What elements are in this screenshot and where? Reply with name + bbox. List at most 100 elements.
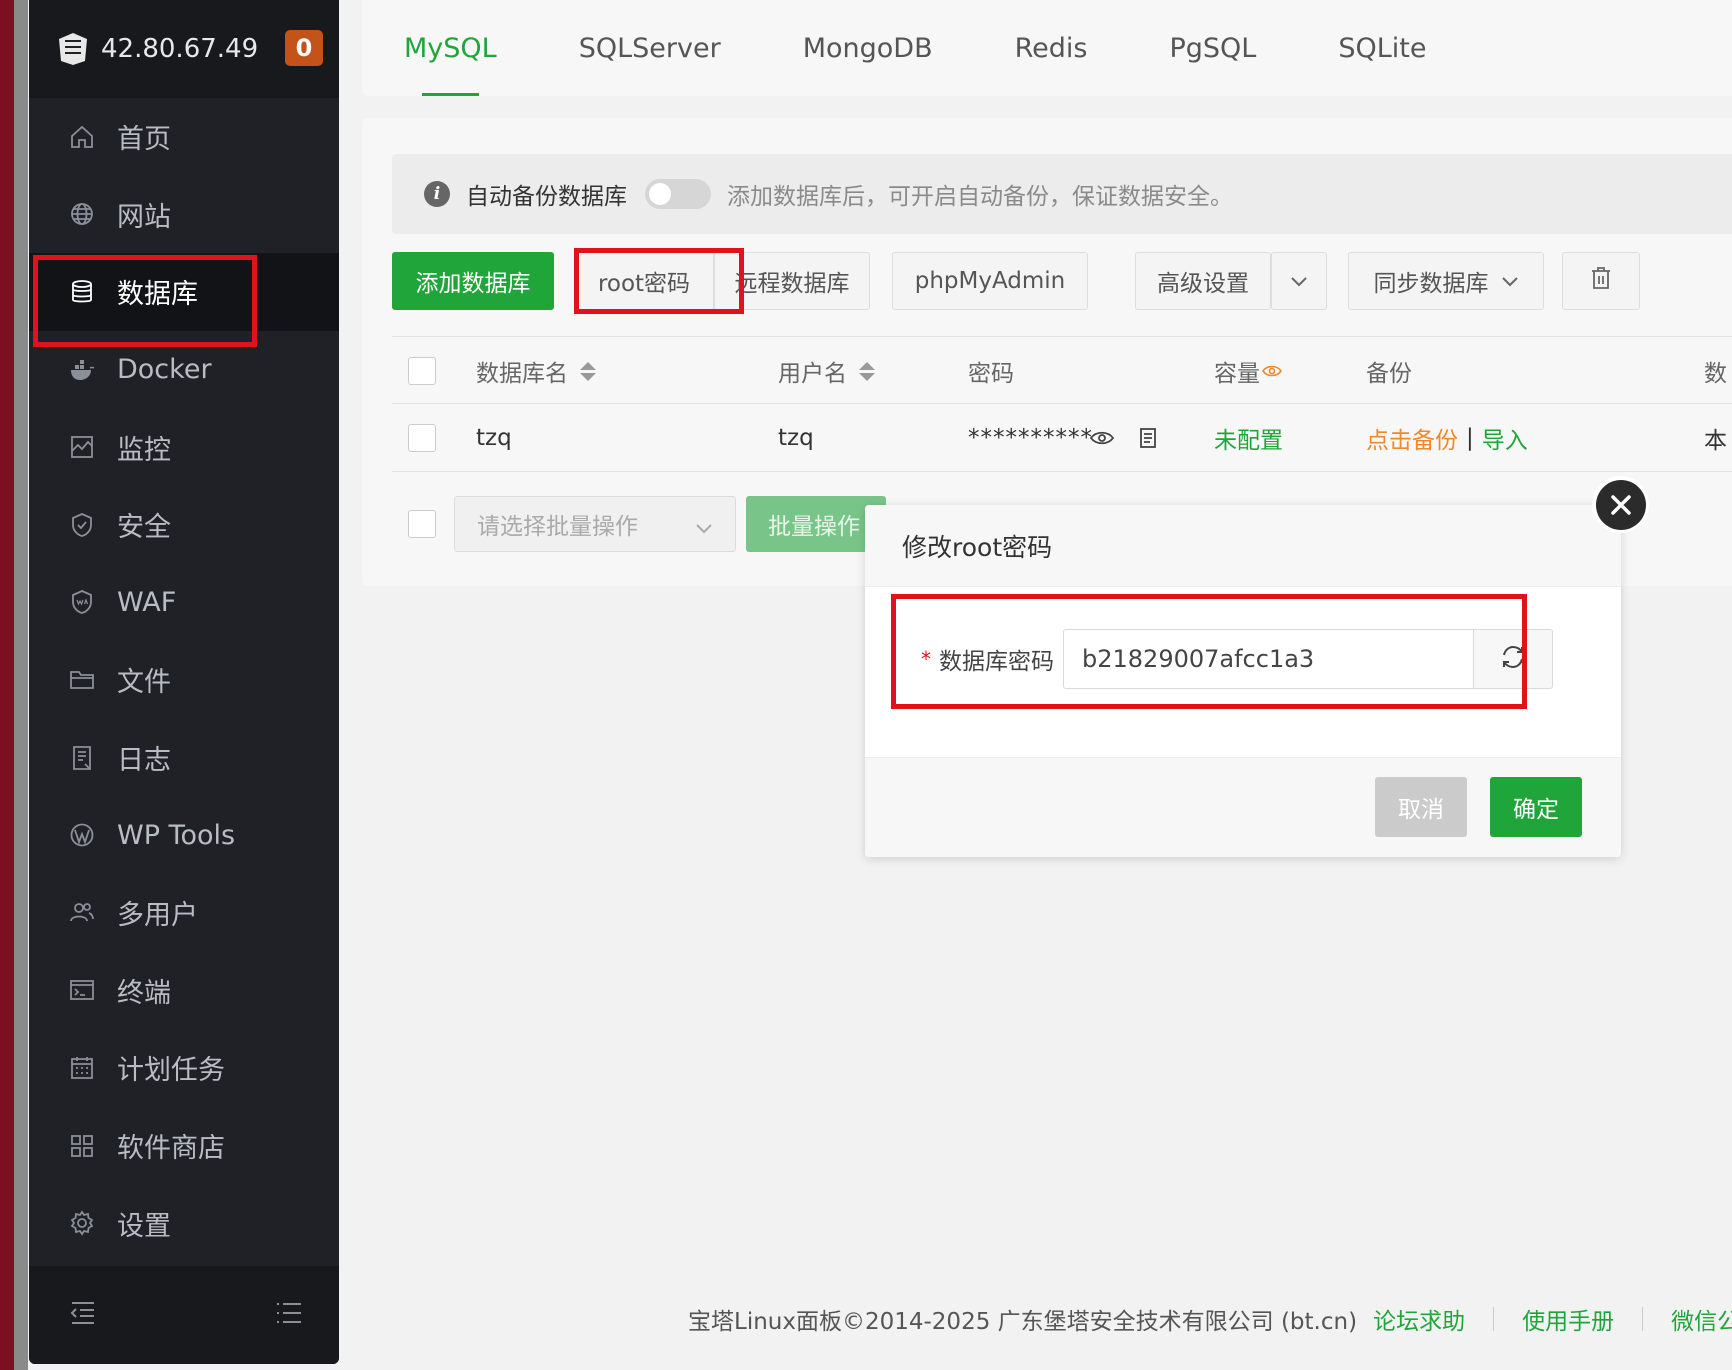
sidebar-item-monitor[interactable]: 监控	[29, 408, 339, 486]
shield-icon	[69, 512, 95, 538]
db-type-tabs: MySQL SQLServer MongoDB Redis PgSQL SQLi…	[362, 0, 1732, 96]
sidebar-header: 42.80.67.49 0	[29, 0, 339, 98]
server-ip[interactable]: 42.80.67.49	[101, 34, 258, 64]
tab-mongodb[interactable]: MongoDB	[803, 0, 933, 96]
sidebar-item-label: 软件商店	[117, 1133, 225, 1165]
sidebar-item-files[interactable]: 文件	[29, 641, 339, 719]
batch-operation-select[interactable]: 请选择批量操作	[454, 496, 736, 552]
forum-help-link[interactable]: 论坛求助	[1373, 1302, 1465, 1336]
auto-backup-toggle[interactable]	[645, 179, 711, 209]
sidebar-item-terminal[interactable]: 终端	[29, 952, 339, 1030]
chevron-down-icon	[1501, 268, 1519, 294]
backup-separator: |	[1466, 425, 1474, 451]
sidebar-item-label: 终端	[117, 977, 171, 1009]
sidebar-item-multi-user[interactable]: 多用户	[29, 874, 339, 952]
chevron-down-icon	[695, 515, 713, 541]
sidebar-item-database[interactable]: 数据库	[29, 253, 339, 348]
log-icon	[69, 745, 95, 771]
eye-icon[interactable]	[1262, 358, 1282, 384]
wechat-link[interactable]: 微信公众	[1671, 1302, 1732, 1336]
tab-sqlserver[interactable]: SQLServer	[579, 0, 721, 96]
sync-database-button[interactable]: 同步数据库	[1348, 252, 1544, 310]
notification-badge[interactable]: 0	[285, 30, 323, 66]
database-icon	[69, 279, 95, 305]
column-header-backup: 备份	[1366, 361, 1412, 387]
backup-link[interactable]: 点击备份	[1366, 421, 1458, 455]
column-header-password: 密码	[968, 361, 1014, 387]
sidebar-item-website[interactable]: 网站	[29, 176, 339, 254]
tab-redis[interactable]: Redis	[1015, 0, 1088, 96]
sidebar-item-wp-tools[interactable]: WP Tools	[29, 796, 339, 874]
copy-password-icon[interactable]	[1138, 404, 1158, 472]
delete-button[interactable]	[1562, 252, 1640, 310]
trash-icon	[1590, 266, 1612, 296]
import-link[interactable]: 导入	[1482, 421, 1528, 455]
apps-grid-icon	[69, 1133, 95, 1159]
db-user-cell: tzq	[778, 425, 814, 451]
advanced-settings-button[interactable]: 高级设置	[1135, 252, 1271, 310]
users-icon	[69, 900, 95, 926]
sidebar-item-logs[interactable]: 日志	[29, 719, 339, 797]
sidebar-item-label: 数据库	[117, 279, 198, 311]
sidebar-item-label: Docker	[117, 354, 212, 386]
add-database-button[interactable]: 添加数据库	[392, 252, 554, 310]
password-form-row: * 数据库密码 b21829007afcc1a3	[897, 599, 1587, 719]
sidebar-item-label: 多用户	[117, 900, 198, 932]
cancel-button[interactable]: 取消	[1375, 777, 1467, 837]
auto-backup-hint: 添加数据库后，可开启自动备份，保证数据安全。	[727, 184, 1233, 210]
folder-icon	[69, 667, 95, 693]
docker-icon	[69, 357, 95, 383]
sidebar-bottom	[29, 1266, 339, 1364]
show-password-eye-icon[interactable]	[1090, 404, 1114, 472]
column-header-extra: 数	[1704, 361, 1727, 387]
info-icon: i	[424, 181, 450, 207]
sidebar-item-label: 网站	[117, 201, 171, 233]
sidebar-item-label: 设置	[117, 1210, 171, 1242]
calendar-icon	[69, 1055, 95, 1081]
footer-divider	[1493, 1307, 1495, 1331]
sidebar-item-label: 日志	[117, 745, 171, 777]
sidebar-item-home[interactable]: 首页	[29, 98, 339, 176]
sidebar-item-label: 文件	[117, 667, 171, 699]
sidebar-item-label: 安全	[117, 512, 171, 544]
window-edge-gray	[14, 0, 28, 1370]
sidebar-item-settings[interactable]: 设置	[29, 1184, 339, 1262]
tab-pgsql[interactable]: PgSQL	[1169, 0, 1256, 96]
close-icon	[1595, 479, 1646, 530]
capacity-unconfigured-link[interactable]: 未配置	[1214, 404, 1283, 472]
sort-icon	[580, 361, 596, 381]
sidebar-item-waf[interactable]: WAF	[29, 564, 339, 642]
confirm-button[interactable]: 确定	[1490, 777, 1582, 837]
required-mark: *	[921, 647, 931, 671]
tab-mysql[interactable]: MySQL	[404, 0, 497, 96]
gear-icon	[69, 1210, 95, 1236]
batch-select-checkbox[interactable]	[408, 510, 436, 538]
generate-password-button[interactable]	[1473, 629, 1553, 689]
column-header-user[interactable]: 用户名	[778, 337, 875, 405]
row-checkbox[interactable]	[408, 424, 436, 452]
remote-database-button[interactable]: 远程数据库	[714, 252, 870, 310]
root-password-input[interactable]: b21829007afcc1a3	[1063, 629, 1473, 689]
advanced-settings-dropdown[interactable]	[1271, 252, 1327, 310]
menu-list-icon[interactable]	[275, 1300, 303, 1330]
password-field-label: * 数据库密码	[921, 647, 1054, 675]
dialog-title: 修改root密码	[865, 505, 1621, 587]
sidebar-item-label: 计划任务	[117, 1055, 225, 1087]
sidebar-nav: 首页 网站 数据库 Docker 监控 安全 WAF 文件 日志 WP Tool…	[29, 98, 339, 1262]
home-icon	[69, 124, 95, 150]
user-manual-link[interactable]: 使用手册	[1522, 1302, 1614, 1336]
dialog-close-button[interactable]	[1592, 476, 1649, 533]
terminal-icon	[69, 977, 95, 1003]
select-all-checkbox[interactable]	[408, 357, 436, 385]
sidebar-item-docker[interactable]: Docker	[29, 331, 339, 409]
sidebar-item-app-store[interactable]: 软件商店	[29, 1107, 339, 1185]
bt-logo-icon	[57, 31, 89, 67]
toolbar: 添加数据库 root密码 远程数据库 phpMyAdmin 高级设置 同步数据库	[392, 248, 1732, 314]
sidebar-item-security[interactable]: 安全	[29, 486, 339, 564]
column-header-name[interactable]: 数据库名	[476, 337, 596, 405]
collapse-sidebar-icon[interactable]	[69, 1300, 97, 1330]
tab-sqlite[interactable]: SQLite	[1338, 0, 1426, 96]
phpmyadmin-button[interactable]: phpMyAdmin	[892, 252, 1088, 310]
root-password-button[interactable]: root密码	[574, 252, 714, 310]
sidebar-item-cron[interactable]: 计划任务	[29, 1029, 339, 1107]
